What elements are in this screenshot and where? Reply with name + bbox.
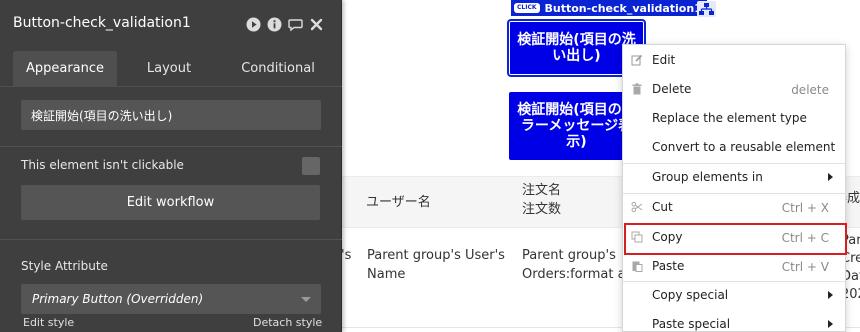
tab-layout[interactable]: Layout bbox=[128, 51, 210, 86]
header-order: 注文名 注文数 bbox=[522, 181, 561, 219]
scissors-icon bbox=[631, 201, 643, 213]
comment-icon[interactable] bbox=[288, 17, 303, 32]
menu-item-shortcut: Ctrl + X bbox=[781, 201, 829, 215]
menu-item-replace-type[interactable]: Replace the element type bbox=[623, 104, 847, 133]
detach-style-link[interactable]: Detach style bbox=[253, 316, 322, 329]
panel-tabs: Appearance Layout Conditional bbox=[13, 51, 342, 86]
menu-item-edit[interactable]: Edit bbox=[623, 46, 847, 75]
play-icon[interactable] bbox=[246, 17, 261, 32]
close-icon[interactable] bbox=[309, 17, 324, 32]
chevron-down-icon bbox=[301, 297, 311, 302]
menu-item-label: Group elements in bbox=[652, 170, 763, 184]
menu-item-label: Paste bbox=[652, 259, 685, 273]
menu-item-label: Cut bbox=[652, 200, 673, 214]
menu-item-group-elements[interactable]: Group elements in bbox=[623, 163, 847, 192]
divider bbox=[0, 146, 342, 147]
element-tree-icon[interactable] bbox=[697, 1, 716, 17]
menu-item-copy-special[interactable]: Copy special bbox=[623, 281, 847, 310]
not-clickable-checkbox[interactable] bbox=[302, 157, 320, 175]
info-icon[interactable] bbox=[267, 17, 282, 32]
paste-icon bbox=[631, 260, 643, 272]
chevron-right-icon bbox=[828, 320, 833, 328]
divider bbox=[0, 239, 342, 240]
style-attribute-label: Style Attribute bbox=[21, 259, 108, 273]
trash-icon bbox=[631, 83, 643, 95]
menu-item-shortcut: Ctrl + V bbox=[781, 260, 829, 274]
menu-item-cut[interactable]: Cut Ctrl + X bbox=[623, 193, 847, 222]
button-text-input[interactable]: 検証開始(項目の洗い出し) bbox=[21, 100, 321, 130]
menu-item-label: Edit bbox=[652, 53, 676, 67]
property-editor-panel: Button-check_validation1 Appearance Layo… bbox=[0, 0, 342, 332]
tab-underline bbox=[0, 86, 342, 87]
menu-item-label: Delete bbox=[652, 82, 692, 96]
menu-item-shortcut: delete bbox=[791, 83, 829, 97]
cell-order: Parent group's Orders:format a bbox=[522, 248, 626, 282]
menu-item-paste[interactable]: Paste Ctrl + V bbox=[623, 252, 847, 281]
menu-item-label: Paste special bbox=[652, 317, 731, 331]
context-menu: Edit Delete delete Replace the element t… bbox=[622, 44, 847, 332]
panel-title: Button-check_validation1 bbox=[13, 15, 191, 31]
chevron-right-icon bbox=[828, 173, 833, 181]
menu-item-convert-reusable[interactable]: Convert to a reusable element bbox=[623, 133, 847, 162]
header-order-count: 注文数 bbox=[522, 202, 562, 217]
edit-style-link[interactable]: Edit style bbox=[23, 316, 74, 329]
cell-user-name: Parent group's User's Name bbox=[367, 248, 505, 282]
tab-appearance[interactable]: Appearance bbox=[13, 51, 117, 86]
tab-conditional[interactable]: Conditional bbox=[223, 51, 333, 86]
menu-item-delete[interactable]: Delete delete bbox=[623, 75, 847, 104]
menu-item-label: Copy special bbox=[652, 288, 729, 302]
edit-icon bbox=[631, 54, 643, 66]
chevron-right-icon bbox=[828, 291, 833, 299]
menu-item-label: Convert to a reusable element bbox=[652, 140, 836, 154]
header-user-name: ユーザー名 bbox=[366, 195, 431, 210]
style-select[interactable]: Primary Button (Overridden) bbox=[21, 284, 321, 314]
element-tag-name: Button-check_validation1 bbox=[544, 1, 702, 15]
menu-item-label: Replace the element type bbox=[652, 111, 807, 125]
copy-highlight-box bbox=[624, 223, 847, 255]
header-order-name: 注文名 bbox=[522, 183, 562, 198]
not-clickable-label: This element isn't clickable bbox=[21, 158, 184, 172]
click-badge: CLICK bbox=[514, 3, 540, 13]
menu-item-paste-special[interactable]: Paste special bbox=[623, 310, 847, 332]
style-select-value: Primary Button (Overridden) bbox=[32, 292, 204, 306]
selected-element-tag[interactable]: CLICK Button-check_validation1 bbox=[511, 0, 707, 16]
cell-left-fragment: 's bbox=[341, 248, 352, 263]
edit-workflow-button[interactable]: Edit workflow bbox=[21, 185, 320, 220]
panel-title-icons bbox=[246, 17, 324, 32]
